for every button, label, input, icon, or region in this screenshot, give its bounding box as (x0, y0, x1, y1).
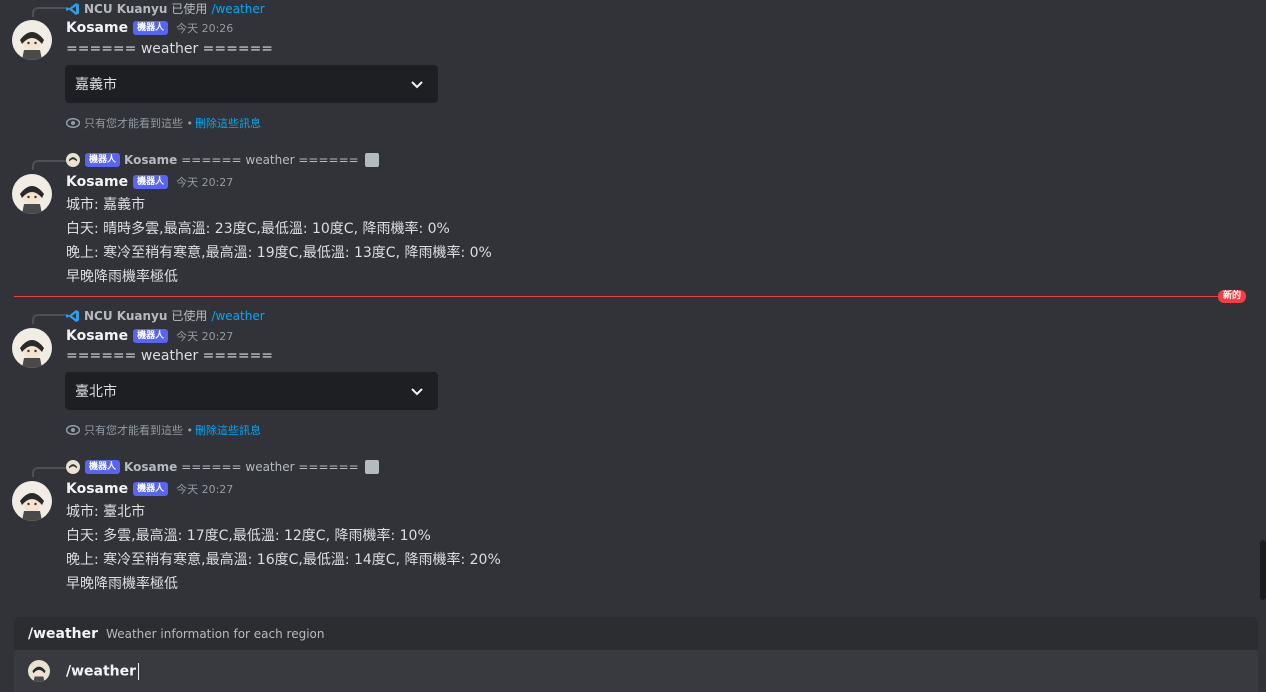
ephemeral-note: 只有您才能看到這些 • 刪除這些訊息 (66, 115, 261, 131)
message-input[interactable]: /weather (66, 662, 140, 680)
reply-used-text: 已使用 (171, 2, 208, 16)
username[interactable]: Kosame (66, 481, 128, 497)
avatar[interactable] (12, 481, 52, 521)
image-icon (364, 153, 379, 167)
timestamp[interactable]: 今天 20:27 (176, 328, 233, 344)
message-line: 城市: 臺北市 (66, 504, 146, 520)
chevron-down-icon (411, 81, 423, 89)
reply-command[interactable]: /weather (211, 2, 264, 16)
eye-icon (66, 118, 80, 128)
dismiss-messages-link[interactable]: 刪除這些訊息 (195, 422, 261, 438)
input-value: /weather (66, 663, 137, 679)
reply-text: ====== weather ====== (181, 460, 359, 474)
select-value: 嘉義市 (75, 77, 117, 93)
vscode-icon (66, 2, 79, 15)
message-line: 白天: 晴時多雲,最高溫: 23度C,最低溫: 10度C, 降雨機率: 0% (66, 221, 450, 237)
avatar[interactable] (12, 20, 52, 60)
reply-spine (32, 314, 66, 324)
message-line: 晚上: 寒冷至稍有寒意,最高溫: 19度C,最低溫: 13度C, 降雨機率: 0… (66, 245, 492, 261)
message-line: ====== weather ====== (66, 41, 274, 57)
ephemeral-note: 只有您才能看到這些 • 刪除這些訊息 (66, 422, 261, 438)
username[interactable]: Kosame (66, 328, 128, 344)
message-input-bar[interactable]: /weather (14, 650, 1258, 692)
ephemeral-text: 只有您才能看到這些 • (84, 117, 193, 130)
city-select[interactable]: 嘉義市 (65, 65, 438, 103)
message-line: ====== weather ====== (66, 348, 274, 364)
reply-used-text: 已使用 (171, 309, 208, 323)
message-line: 早晚降雨機率極低 (66, 576, 178, 592)
new-messages-badge: 新的 (1218, 290, 1247, 303)
reply-author[interactable]: NCU Kuanyu (84, 2, 167, 16)
select-value: 臺北市 (75, 384, 117, 400)
avatar[interactable] (12, 328, 52, 368)
reply-spine (32, 7, 66, 17)
text-caret (138, 662, 140, 680)
chevron-down-icon (411, 388, 423, 396)
bot-tag: 機器人 (133, 329, 169, 343)
message-line: 早晚降雨機率極低 (66, 269, 178, 285)
timestamp[interactable]: 今天 20:26 (176, 20, 233, 36)
bot-tag: 機器人 (133, 482, 169, 496)
command-reply-line[interactable]: NCU Kuanyu 已使用 /weather (66, 0, 265, 17)
reply-line[interactable]: 機器人 Kosame ====== weather ====== (66, 153, 379, 167)
new-messages-divider (14, 296, 1246, 297)
dismiss-messages-link[interactable]: 刪除這些訊息 (195, 115, 261, 131)
message-header: Kosame 機器人 今天 20:27 (66, 174, 233, 190)
app-avatar (28, 660, 50, 682)
command-description: Weather information for each region (106, 626, 325, 641)
reply-avatar (66, 460, 80, 474)
command-reply-line[interactable]: NCU Kuanyu 已使用 /weather (66, 307, 265, 324)
avatar[interactable] (12, 174, 52, 214)
message-header: Kosame 機器人 今天 20:27 (66, 481, 233, 497)
city-select[interactable]: 臺北市 (65, 372, 438, 410)
scrollbar[interactable] (1260, 540, 1266, 600)
message-header: Kosame 機器人 今天 20:26 (66, 20, 233, 36)
reply-line[interactable]: 機器人 Kosame ====== weather ====== (66, 460, 379, 474)
command-name: /weather (28, 625, 99, 642)
message-line: 晚上: 寒冷至稍有寒意,最高溫: 16度C,最低溫: 14度C, 降雨機率: 2… (66, 552, 501, 568)
bot-tag: 機器人 (133, 21, 169, 35)
reply-spine (32, 160, 66, 170)
bot-tag: 機器人 (85, 460, 121, 474)
username[interactable]: Kosame (66, 20, 128, 36)
reply-author[interactable]: Kosame (124, 153, 177, 167)
reply-text: ====== weather ====== (181, 153, 359, 167)
reply-author[interactable]: NCU Kuanyu (84, 309, 167, 323)
reply-avatar (66, 153, 80, 167)
timestamp[interactable]: 今天 20:27 (176, 174, 233, 190)
eye-icon (66, 425, 80, 435)
reply-spine (32, 467, 66, 477)
chat-area: NCU Kuanyu 已使用 /weather Kosame 機器人 今天 20… (0, 0, 1266, 692)
vscode-icon (66, 309, 79, 322)
bot-tag: 機器人 (85, 153, 121, 167)
message-line: 白天: 多雲,最高溫: 17度C,最低溫: 12度C, 降雨機率: 10% (66, 528, 431, 544)
timestamp[interactable]: 今天 20:27 (176, 481, 233, 497)
bot-tag: 機器人 (133, 175, 169, 189)
username[interactable]: Kosame (66, 174, 128, 190)
command-suggestion[interactable]: /weather Weather information for each re… (14, 617, 1258, 650)
reply-command[interactable]: /weather (211, 309, 264, 323)
message-header: Kosame 機器人 今天 20:27 (66, 328, 233, 344)
message-line: 城市: 嘉義市 (66, 197, 146, 213)
ephemeral-text: 只有您才能看到這些 • (84, 424, 193, 437)
reply-author[interactable]: Kosame (124, 460, 177, 474)
image-icon (364, 460, 379, 474)
